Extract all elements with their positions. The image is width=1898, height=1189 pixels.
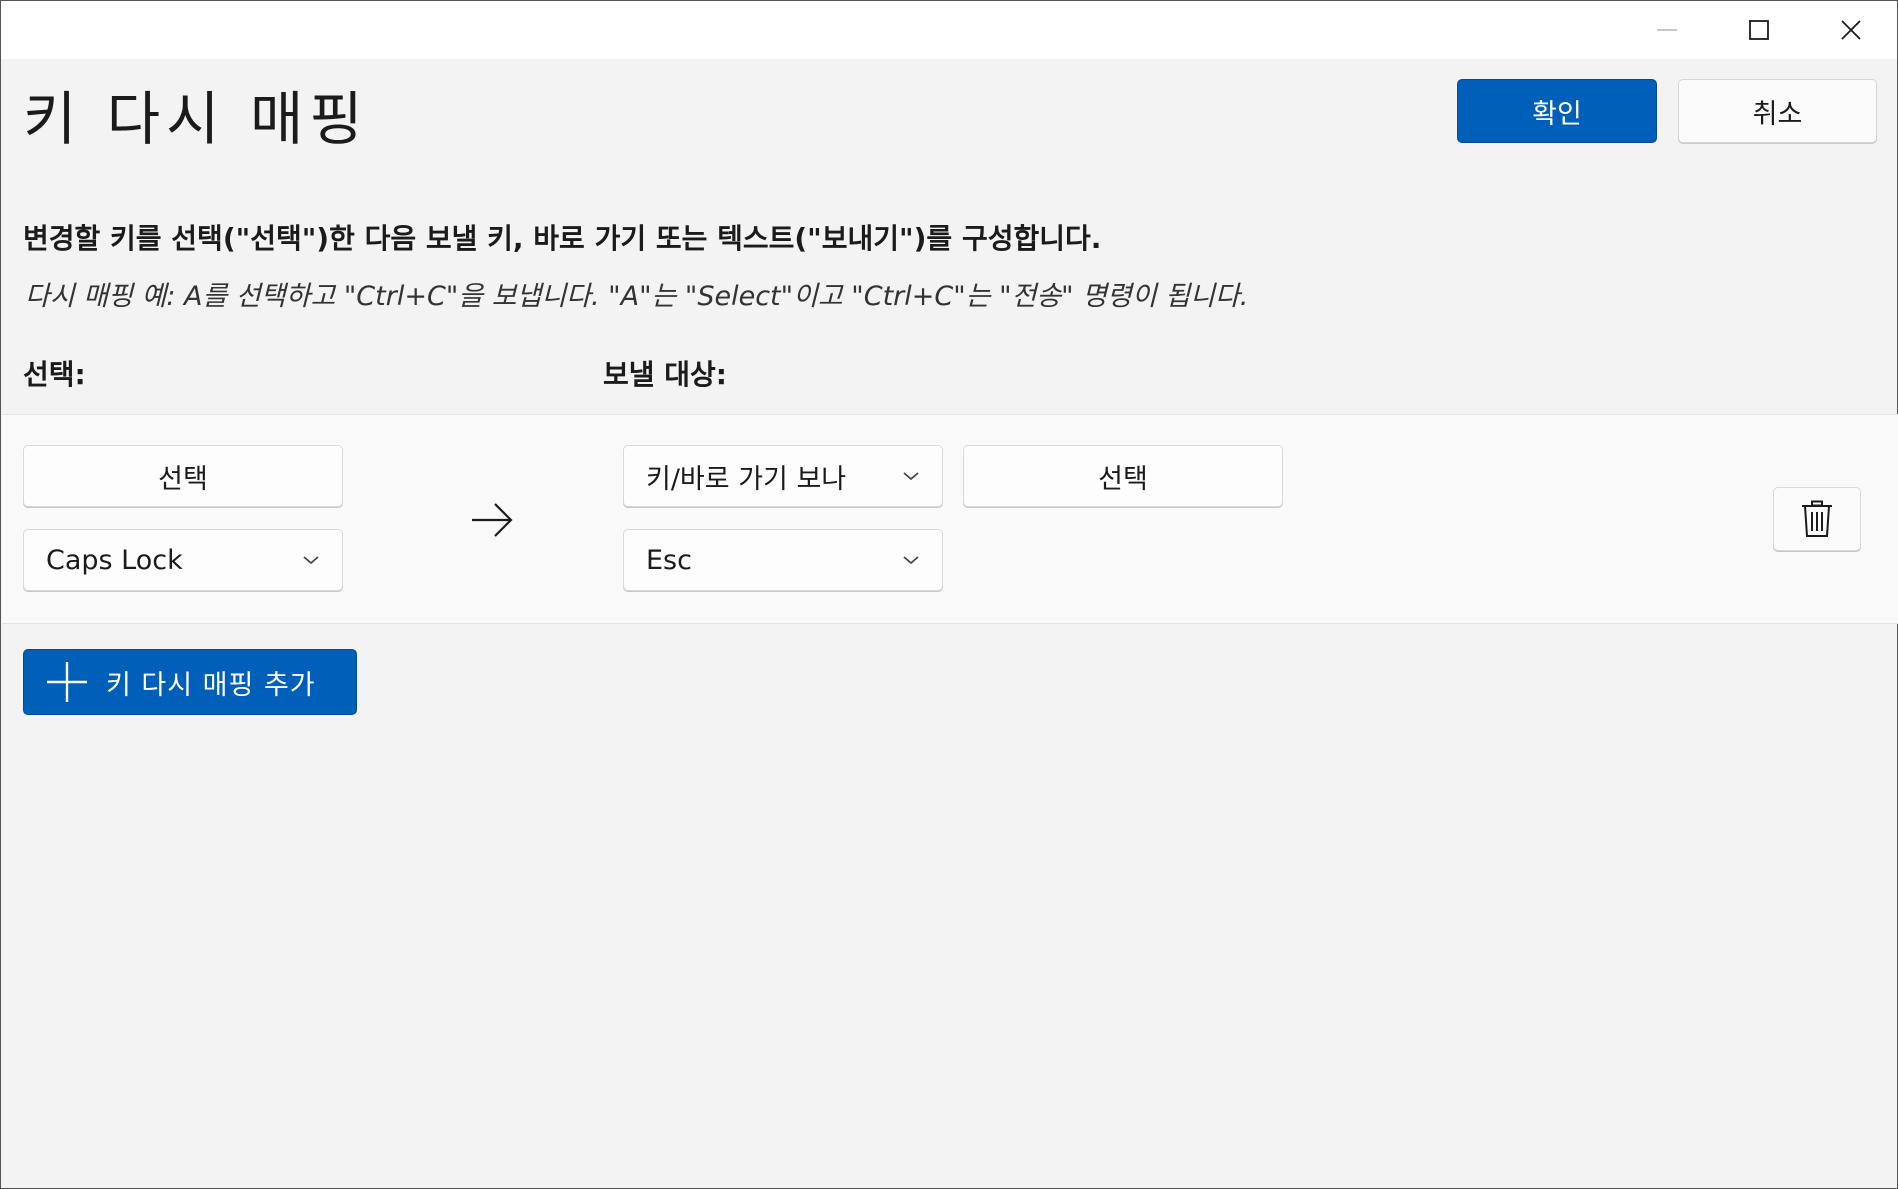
arrow-right-icon <box>472 503 513 537</box>
target-column-label: 보낼 대상: <box>603 358 727 391</box>
minimize-button[interactable] <box>1621 1 1713 59</box>
maximize-icon <box>1749 20 1769 40</box>
chevron-down-icon <box>903 556 919 565</box>
delete-mapping-button[interactable] <box>1773 487 1861 551</box>
title-bar <box>1 1 1897 59</box>
select-target-button[interactable]: 선택 <box>963 445 1283 507</box>
trash-icon <box>1802 500 1832 537</box>
target-key-dropdown[interactable]: Esc <box>623 529 943 591</box>
page-title: 키 다시 매핑 <box>23 85 369 153</box>
chevron-down-icon <box>903 472 919 481</box>
close-button[interactable] <box>1805 1 1897 59</box>
select-key-button[interactable]: 선택 <box>23 445 343 507</box>
chevron-down-icon <box>303 556 319 565</box>
add-remapping-button[interactable]: 키 다시 매핑 추가 <box>23 649 357 715</box>
cancel-button[interactable]: 취소 <box>1678 79 1877 143</box>
ok-button[interactable]: 확인 <box>1457 79 1657 143</box>
maximize-button[interactable] <box>1713 1 1805 59</box>
target-key-value: Esc <box>646 544 692 576</box>
select-column-label: 선택: <box>23 358 86 391</box>
original-key-value: Caps Lock <box>46 544 183 576</box>
target-type-dropdown[interactable]: 키/바로 가기 보나 <box>623 445 943 507</box>
close-icon <box>1841 20 1861 40</box>
target-type-value: 키/바로 가기 보나 <box>646 463 847 495</box>
example-text: 다시 매핑 예: A를 선택하고 "Ctrl+C"을 보냅니다. "A"는 "S… <box>25 281 1249 312</box>
remap-keys-window: 키 다시 매핑 확인 취소 변경할 키를 선택("선택")한 다음 보낼 키, … <box>0 0 1898 1189</box>
add-remapping-label: 키 다시 매핑 추가 <box>106 669 316 701</box>
original-key-dropdown[interactable]: Caps Lock <box>23 529 343 591</box>
instruction-text: 변경할 키를 선택("선택")한 다음 보낼 키, 바로 가기 또는 텍스트("… <box>23 222 1102 255</box>
minimize-icon <box>1657 29 1677 31</box>
plus-icon <box>47 662 87 702</box>
